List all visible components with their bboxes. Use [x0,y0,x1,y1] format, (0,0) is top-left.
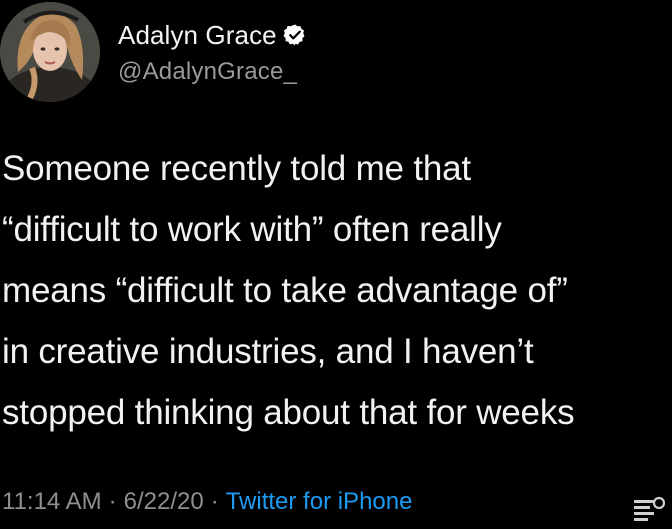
tweet-text-line: “difficult to work with” often really [2,210,502,249]
tweet-text-line: stopped thinking about that for weeks [2,393,575,432]
tweet-card: Adalyn Grace @AdalynGrace_ Someone recen… [0,0,672,526]
tweet-text-line: in creative industries, and I haven’t [2,332,534,371]
tweet-text-line: Someone recently told me that [2,149,471,188]
watermark-icon [632,494,666,524]
avatar[interactable] [0,2,100,102]
tweet-metadata: 11:14 AM · 6/22/20 · Twitter for iPhone [2,488,412,516]
tweet-source-link[interactable]: Twitter for iPhone [226,488,413,516]
separator-dot: · [210,488,219,515]
author-handle[interactable]: @AdalynGrace_ [118,58,297,86]
tweet-date[interactable]: 6/22/20 [124,488,204,516]
author-name-row[interactable]: Adalyn Grace [118,18,307,52]
tweet-text-line: means “difficult to take advantage of” [2,271,568,310]
profile-photo-icon [0,2,100,102]
tweet-time[interactable]: 11:14 AM [2,488,102,516]
verified-badge-icon [283,23,307,47]
display-name[interactable]: Adalyn Grace [118,20,277,51]
tweet-text: Someone recently told me that “difficult… [2,138,670,443]
separator-dot: · [108,488,117,515]
